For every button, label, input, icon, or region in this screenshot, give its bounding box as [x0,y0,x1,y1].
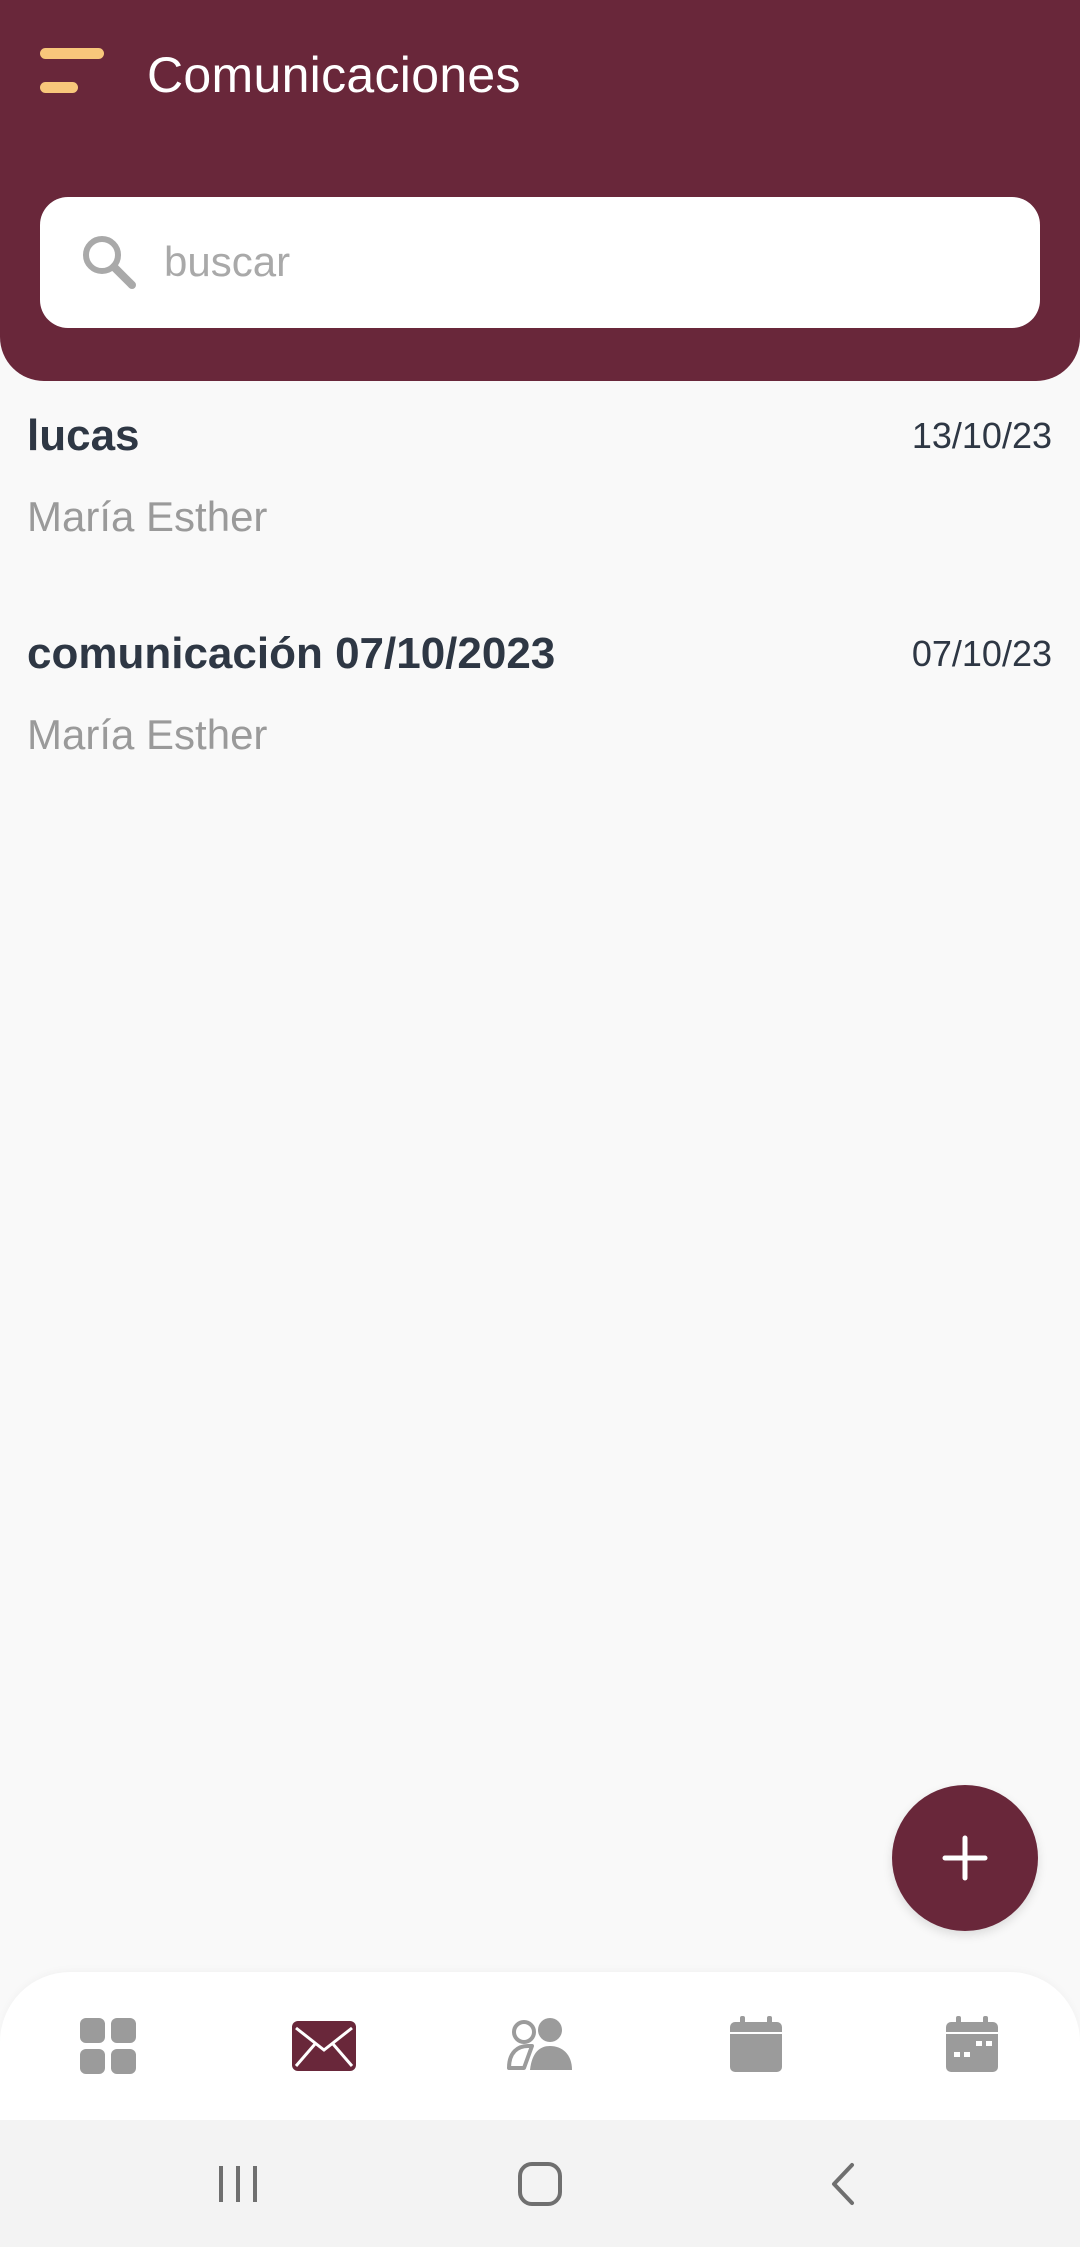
search-icon [83,236,136,289]
add-communication-button[interactable] [892,1785,1038,1931]
communication-date: 13/10/23 [911,415,1052,456]
app-header: Comunicaciones [0,0,1080,381]
nav-item-contacts[interactable] [432,1972,648,2120]
mail-icon [292,2021,356,2071]
page-title: Comunicaciones [147,47,521,103]
app-screen: Comunicaciones lucas 13/10/23 María Esth… [0,0,1080,2247]
nav-item-events[interactable] [864,1972,1080,2120]
bottom-navigation [0,1972,1080,2120]
communication-title: lucas [27,411,140,460]
communication-item[interactable]: lucas 13/10/23 María Esther [0,381,1080,599]
communication-author: María Esther [27,711,268,758]
search-bar[interactable] [40,197,1040,328]
menu-bar-top [40,48,104,59]
nav-item-dashboard[interactable] [0,1972,216,2120]
home-button[interactable] [480,2120,600,2247]
menu-icon[interactable] [40,44,106,100]
plus-icon [942,1835,988,1881]
back-icon [832,2162,854,2205]
home-icon [518,2161,562,2206]
search-input[interactable] [164,217,1004,307]
calendar-events-icon [946,2016,998,2072]
dashboard-grid-icon [80,2018,136,2074]
menu-bar-bottom [40,82,78,93]
nav-item-communications[interactable] [216,1972,432,2120]
communication-title: comunicación 07/10/2023 [27,629,556,678]
communication-author: María Esther [27,493,268,540]
nav-item-calendar[interactable] [648,1972,864,2120]
communication-date: 07/10/23 [911,633,1052,674]
communications-list: lucas 13/10/23 María Esther comunicación… [0,381,1080,817]
people-icon [507,2018,572,2070]
system-navigation-bar [0,2120,1080,2247]
calendar-icon [730,2016,782,2072]
back-button[interactable] [783,2120,903,2247]
recents-icon [219,2165,257,2202]
communication-item[interactable]: comunicación 07/10/2023 07/10/23 María E… [0,599,1080,817]
recents-button[interactable] [178,2120,298,2247]
